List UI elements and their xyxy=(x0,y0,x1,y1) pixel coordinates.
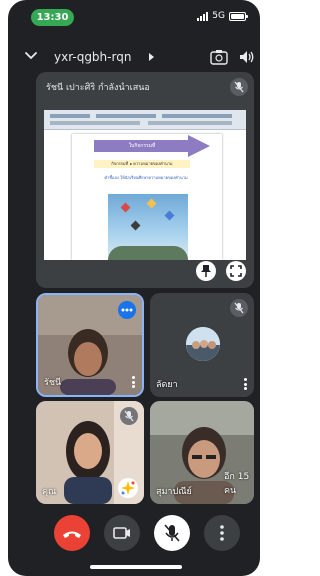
fullscreen-button[interactable] xyxy=(226,261,246,281)
slide-banner: ใบกิจกรรมที่ xyxy=(94,140,190,152)
status-bar: 13:30 5G xyxy=(8,0,260,34)
participant-name: รัชนี xyxy=(44,378,62,388)
sparkle-icon xyxy=(121,481,135,495)
avatar xyxy=(186,327,220,361)
mic-off-icon xyxy=(230,78,248,96)
more-options-icon[interactable] xyxy=(132,376,136,388)
more-vert-icon xyxy=(220,525,224,541)
more-options-icon[interactable] xyxy=(244,378,248,390)
participant-name: คุณ xyxy=(42,487,57,497)
pin-icon xyxy=(201,265,211,277)
call-controls xyxy=(8,512,260,556)
status-time: 13:30 xyxy=(31,9,74,26)
speaking-indicator xyxy=(118,301,136,319)
chevron-down-icon[interactable] xyxy=(24,49,38,63)
more-options-button[interactable] xyxy=(204,515,240,551)
kites-image xyxy=(108,194,188,260)
document-page: ใบกิจกรรมที่ กิจกรรมที่ ๑ ความหมายของคำน… xyxy=(72,134,222,260)
meeting-code[interactable]: yxr-qgbh-rqn xyxy=(54,50,131,64)
network-type: 5G xyxy=(212,11,225,21)
fullscreen-icon xyxy=(230,265,242,277)
participant-name: ลัดยา xyxy=(156,380,178,390)
signal-icon xyxy=(197,11,209,21)
arrow-shape xyxy=(188,135,210,157)
mic-off-icon xyxy=(164,524,180,542)
presenter-label: รัชนี เปาะศิริ กำลังนำเสนอ xyxy=(46,83,150,93)
caret-right-icon[interactable] xyxy=(149,53,154,61)
self-view-tile[interactable]: คุณ xyxy=(36,401,144,504)
participant-name: สุมาปณีย์ xyxy=(156,487,192,497)
battery-icon xyxy=(229,11,248,21)
home-indicator xyxy=(90,565,182,569)
participant-tile[interactable]: สุมาปณีย์ อีก 15 คน xyxy=(150,401,254,504)
pin-button[interactable] xyxy=(196,261,216,281)
slide-title: ใบกิจกรรมที่ xyxy=(128,143,156,149)
shared-screen: ใบกิจกรรมที่ กิจกรรมที่ ๑ ความหมายของคำน… xyxy=(44,110,246,260)
document-ribbon xyxy=(44,110,246,130)
phone-hangup-icon xyxy=(63,531,81,538)
camera-button[interactable] xyxy=(104,515,140,551)
more-participants-label[interactable]: อีก 15 คน xyxy=(224,469,254,497)
meeting-header: yxr-qgbh-rqn xyxy=(8,44,260,74)
speaker-icon[interactable] xyxy=(238,49,255,65)
mic-off-icon xyxy=(230,299,248,317)
participant-tile[interactable]: ลัดยา xyxy=(150,293,254,397)
slide-subtitle: กิจกรรมที่ ๑ ความหมายของคำนาม xyxy=(94,160,190,168)
meet-screen: 13:30 5G yxr-qgbh-rqn รัชนี เปาะศิริ กำล… xyxy=(8,0,260,576)
video-camera-icon xyxy=(113,527,130,539)
switch-camera-icon[interactable] xyxy=(210,49,228,65)
presentation-tile[interactable]: รัชนี เปาะศิริ กำลังนำเสนอ ใบกิจกรรมที่ … xyxy=(36,72,254,288)
slide-instruction: คำชี้แจง ให้นักเรียนศึกษาความหมายของคำนา… xyxy=(104,175,188,180)
end-call-button[interactable] xyxy=(54,515,90,551)
status-indicators: 5G xyxy=(197,11,248,21)
microphone-button[interactable] xyxy=(154,515,190,551)
participant-tile[interactable]: รัชนี xyxy=(36,293,144,397)
mic-off-icon xyxy=(120,407,138,425)
effects-button[interactable] xyxy=(118,478,138,498)
